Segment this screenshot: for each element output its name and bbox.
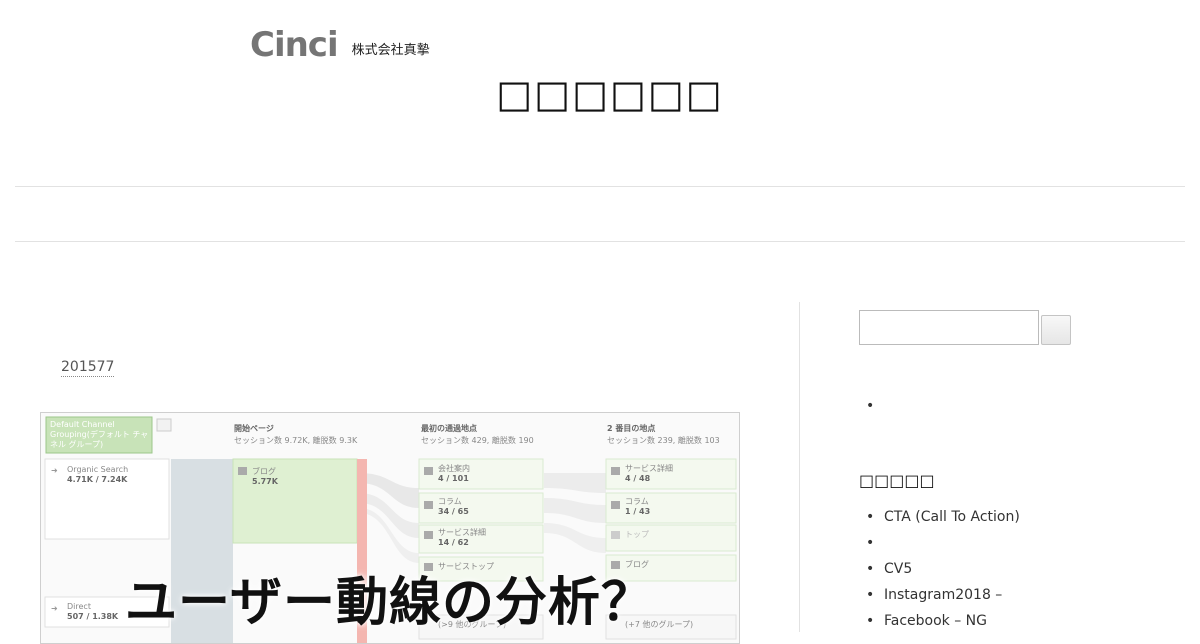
- svg-text:1 / 43: 1 / 43: [625, 507, 650, 516]
- col2-sub: セッション数 429, 離脱数 190: [421, 435, 534, 445]
- svg-text:34 / 65: 34 / 65: [438, 507, 469, 516]
- svg-text:コラム: コラム: [438, 497, 462, 506]
- svg-text:14 / 62: 14 / 62: [438, 538, 469, 547]
- col2-title: 最初の通過地点: [421, 423, 477, 433]
- start-val: 5.77K: [252, 477, 279, 486]
- flow-link: [544, 473, 606, 493]
- start-name: ブログ: [252, 466, 276, 476]
- sidebar-list-item[interactable]: [859, 397, 884, 415]
- site-logo[interactable]: Cinci 株式会社真摯: [250, 25, 430, 65]
- sidebar-link-empty[interactable]: [859, 534, 884, 552]
- widget-title: □□□□□: [859, 471, 935, 490]
- channel-label-1: Default Channel: [50, 420, 115, 429]
- sidebar-link-cta[interactable]: CTA (Call To Action): [859, 508, 1020, 526]
- source2-name: Direct: [67, 602, 91, 611]
- svg-text:4 / 48: 4 / 48: [625, 474, 651, 483]
- channel-label-2: Grouping(デフォルト チャ: [50, 429, 148, 439]
- svg-text:トップ: トップ: [625, 530, 649, 539]
- svg-text:4 / 101: 4 / 101: [438, 474, 469, 483]
- col3-sub: セッション数 239, 離脱数 103: [607, 435, 720, 445]
- source1-val: 4.71K / 7.24K: [67, 475, 128, 484]
- col1-sub: セッション数 9.72K, 離脱数 9.3K: [234, 435, 358, 445]
- company-name: 株式会社真摯: [351, 43, 430, 58]
- post-headline[interactable]: ユーザー動線の分析？: [125, 560, 654, 635]
- source2-val: 507 / 1.38K: [67, 612, 119, 621]
- settings-icon: [156, 418, 172, 432]
- source1-name: Organic Search: [67, 465, 128, 474]
- logo-mark: Cinci: [250, 25, 339, 65]
- source-arrow: ➜: [51, 466, 58, 475]
- svg-text:会社案内: 会社案内: [438, 463, 470, 473]
- flow-link: [544, 498, 606, 523]
- site-title[interactable]: □□□□□□: [0, 72, 1200, 116]
- sidebar-divider: [799, 302, 800, 632]
- search-button[interactable]: [1041, 315, 1071, 345]
- svg-text:コラム: コラム: [625, 497, 649, 506]
- sidebar-link-instagram[interactable]: Instagram2018 –: [859, 586, 1002, 604]
- col3-title: 2 番目の地点: [607, 423, 655, 433]
- search-input[interactable]: [859, 310, 1039, 345]
- sidebar-link-cv5[interactable]: CV5: [859, 560, 912, 578]
- channel-label-3: ネル グループ): [50, 439, 103, 449]
- svg-text:サービス詳細: サービス詳細: [438, 527, 486, 537]
- flow-link: [544, 523, 606, 553]
- header-divider-bottom: [15, 241, 1185, 242]
- svg-text:サービス詳細: サービス詳細: [625, 463, 673, 473]
- sidebar-link-facebook[interactable]: Facebook – NG: [859, 612, 987, 630]
- header-divider-top: [15, 186, 1185, 187]
- post-date[interactable]: 201577: [61, 358, 115, 377]
- col1-title: 開始ページ: [234, 423, 274, 433]
- svg-text:➜: ➜: [51, 604, 58, 613]
